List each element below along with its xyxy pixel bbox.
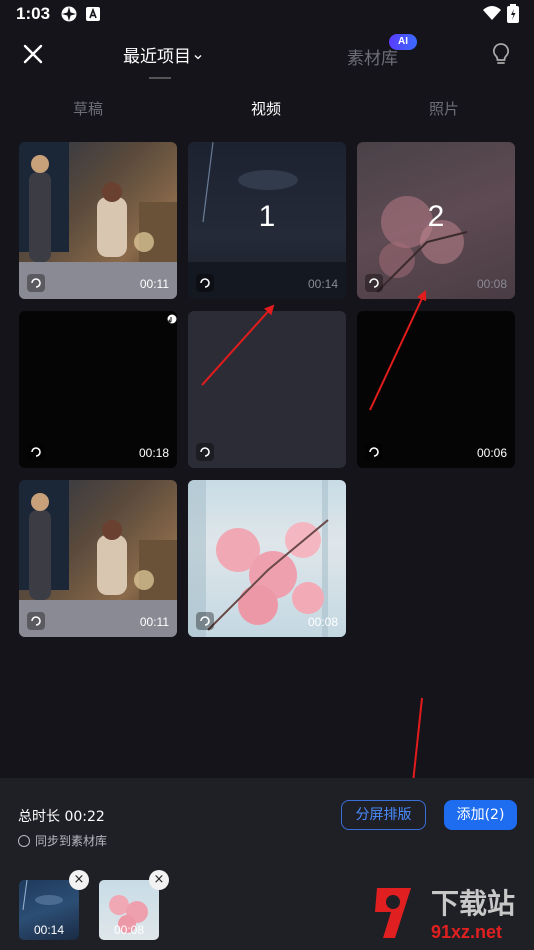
remove-clip-2-button[interactable]: ×	[149, 870, 169, 890]
total-duration: 总时长 00:22	[18, 809, 105, 825]
notification-a-icon	[86, 7, 100, 21]
video-duration: 00:08	[307, 615, 338, 629]
media-tile[interactable]	[188, 311, 346, 468]
tab-photos[interactable]: 照片	[429, 98, 459, 119]
select-circle-icon[interactable]	[365, 443, 383, 461]
media-tile[interactable]: 1 00:14	[188, 142, 346, 299]
media-tile[interactable]: 00:18	[19, 311, 177, 468]
split-screen-layout-button[interactable]: 分屏排版	[341, 800, 426, 830]
select-circle-icon[interactable]	[196, 612, 214, 630]
select-circle-icon[interactable]	[27, 443, 45, 461]
video-duration: 00:14	[307, 277, 338, 291]
clip-duration: 00:14	[33, 923, 65, 937]
lightbulb-icon[interactable]	[490, 41, 512, 67]
select-circle-icon[interactable]	[27, 274, 45, 292]
video-duration: 00:18	[138, 446, 169, 460]
recent-projects-dropdown[interactable]: 最近项目	[123, 42, 203, 67]
status-time: 1:03	[16, 4, 51, 23]
media-tile[interactable]: 00:11	[19, 480, 177, 637]
media-tile[interactable]: 2 00:08	[357, 142, 515, 299]
video-duration: 00:11	[139, 277, 169, 291]
material-library-tab[interactable]: 素材库	[347, 44, 398, 69]
notification-app-icon	[61, 6, 77, 22]
select-circle-icon[interactable]	[27, 612, 45, 630]
status-bar: 1:03	[0, 0, 534, 30]
select-circle-icon[interactable]	[365, 274, 383, 292]
chevron-down-icon	[194, 55, 202, 60]
media-tile[interactable]: 00:08	[188, 480, 346, 637]
watermark-brand: 下载站	[431, 887, 516, 920]
selected-clip-thumbnail[interactable]: 00:14	[19, 880, 79, 940]
close-icon[interactable]	[20, 41, 46, 67]
top-nav: 最近项目 素材库 AI	[0, 30, 534, 90]
selected-clip-thumbnail[interactable]: 00:08	[99, 880, 159, 940]
sync-to-library-option[interactable]: 同步到素材库	[18, 832, 107, 849]
selection-order-number: 1	[258, 200, 276, 233]
video-duration: 00:11	[139, 615, 169, 629]
selection-order-number: 2	[427, 200, 445, 233]
battery-icon	[507, 4, 519, 23]
media-type-tabs: 草稿 视频 照片	[0, 94, 534, 124]
ai-badge: AI	[389, 34, 417, 50]
video-duration: 00:06	[476, 446, 507, 460]
add-button[interactable]: 添加(2)	[444, 800, 517, 830]
media-tile[interactable]: 00:11	[19, 142, 177, 299]
tab-drafts[interactable]: 草稿	[73, 98, 103, 119]
site-watermark: 下载站 91xz.net	[365, 880, 530, 946]
remove-clip-1-button[interactable]: ×	[69, 870, 89, 890]
select-circle-icon[interactable]	[196, 443, 214, 461]
active-nav-indicator	[149, 77, 171, 79]
recent-projects-label: 最近项目	[123, 47, 191, 67]
video-duration: 00:08	[476, 277, 507, 291]
sync-label: 同步到素材库	[35, 834, 108, 848]
wifi-icon	[483, 6, 501, 20]
watermark-url: 91xz.net	[431, 922, 503, 942]
sync-radio[interactable]	[18, 835, 30, 847]
tiktok-icon	[167, 314, 177, 324]
select-circle-icon[interactable]	[196, 274, 214, 292]
clip-duration: 00:08	[113, 923, 145, 937]
tab-videos[interactable]: 视频	[251, 98, 281, 119]
media-tile[interactable]: 00:06	[357, 311, 515, 468]
